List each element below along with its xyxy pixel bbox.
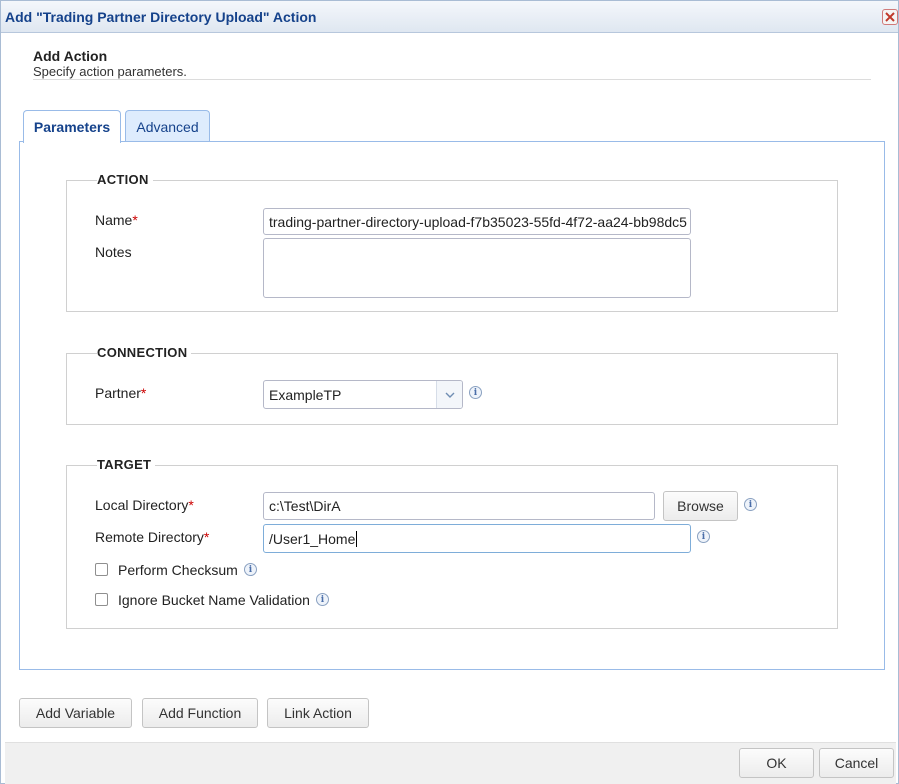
chevron-down-icon <box>445 392 454 398</box>
link-action-button[interactable]: Link Action <box>267 698 369 728</box>
add-variable-button[interactable]: Add Variable <box>19 698 132 728</box>
required-marker: * <box>203 529 210 545</box>
required-marker: * <box>188 497 194 513</box>
add-function-button[interactable]: Add Function <box>142 698 258 728</box>
text-cursor <box>356 530 358 547</box>
header-divider <box>33 79 871 80</box>
remote-directory-label: Remote Directory* <box>95 529 210 545</box>
perform-checksum-label[interactable]: Perform Checksum <box>118 562 238 578</box>
connection-legend: CONNECTION <box>97 345 192 360</box>
add-action-dialog: Add "Trading Partner Directory Upload" A… <box>0 0 899 784</box>
required-marker: * <box>132 212 138 228</box>
local-directory-label: Local Directory* <box>95 497 194 513</box>
ignore-bucket-checkbox[interactable] <box>95 593 108 606</box>
perform-checksum-checkbox[interactable] <box>95 563 108 576</box>
partner-selected-value: ExampleTP <box>269 386 342 403</box>
name-input[interactable]: trading-partner-directory-upload-f7b3502… <box>263 208 691 235</box>
ignore-bucket-info-icon[interactable]: i <box>316 593 329 606</box>
local-directory-input[interactable]: c:\Test\DirA <box>263 492 655 520</box>
close-button[interactable] <box>882 9 898 25</box>
partner-select[interactable]: ExampleTP <box>263 380 463 409</box>
notes-label: Notes <box>95 244 132 260</box>
page-subtitle: Specify action parameters. <box>33 64 187 79</box>
remote-directory-value: /User1_Home <box>269 530 356 547</box>
page-title: Add Action <box>33 48 108 64</box>
partner-info-icon[interactable]: i <box>469 386 482 399</box>
browse-button[interactable]: Browse <box>663 491 738 521</box>
dialog-title: Add "Trading Partner Directory Upload" A… <box>5 9 317 25</box>
tab-parameters[interactable]: Parameters <box>23 110 121 143</box>
dialog-titlebar[interactable]: Add "Trading Partner Directory Upload" A… <box>1 1 898 33</box>
cancel-button[interactable]: Cancel <box>819 748 894 778</box>
remote-directory-input[interactable]: /User1_Home <box>263 524 691 553</box>
target-legend: TARGET <box>97 457 156 472</box>
perform-checksum-info-icon[interactable]: i <box>244 563 257 576</box>
notes-textarea[interactable] <box>263 238 691 298</box>
dropdown-trigger[interactable] <box>436 381 462 408</box>
tab-advanced[interactable]: Advanced <box>125 110 210 142</box>
ok-button[interactable]: OK <box>739 748 814 778</box>
ignore-bucket-label[interactable]: Ignore Bucket Name Validation <box>118 592 310 608</box>
action-legend: ACTION <box>97 172 153 187</box>
name-label: Name* <box>95 212 138 228</box>
partner-label: Partner* <box>95 385 147 401</box>
required-marker: * <box>140 385 147 401</box>
remote-directory-info-icon[interactable]: i <box>697 530 710 543</box>
close-icon <box>885 12 895 22</box>
local-directory-info-icon[interactable]: i <box>744 498 757 511</box>
